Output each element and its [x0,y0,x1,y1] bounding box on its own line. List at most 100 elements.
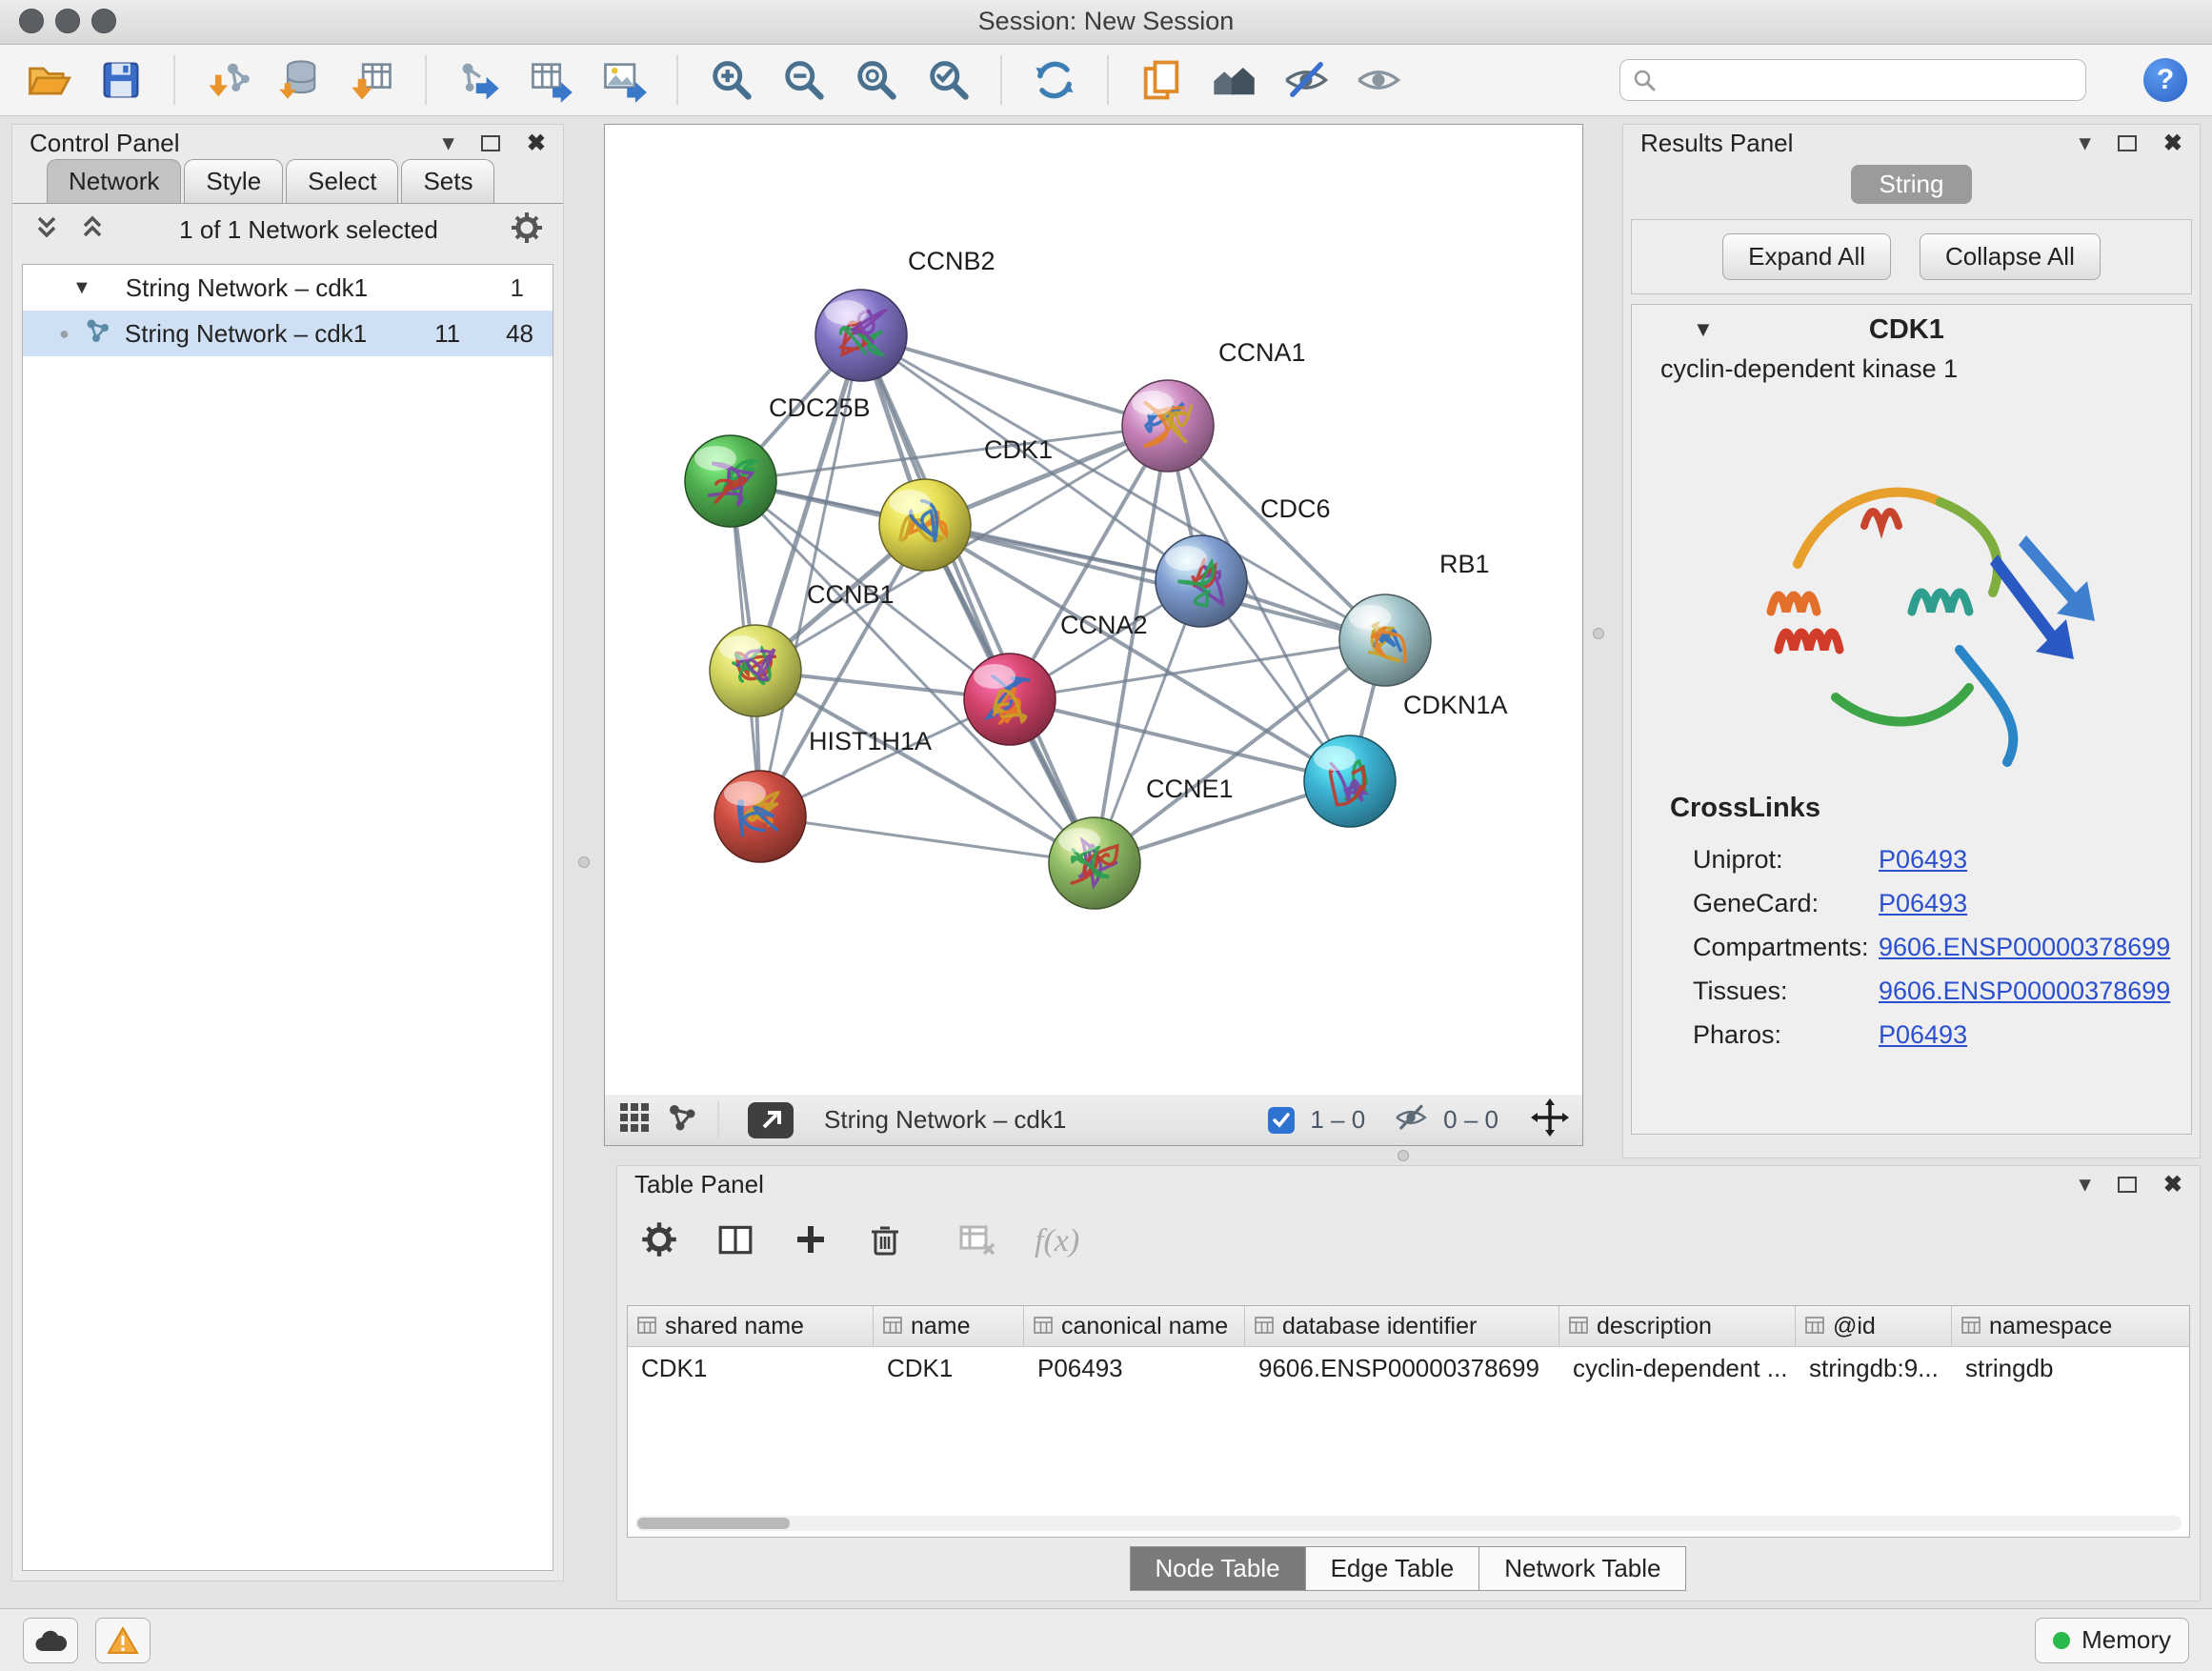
warnings-button[interactable] [95,1618,151,1663]
divider-handle[interactable] [1398,1150,1409,1161]
expand-all-networks-icon[interactable] [31,212,62,248]
copy-style-button[interactable] [1137,56,1185,104]
table-settings-gear-icon[interactable] [640,1220,678,1263]
network-node-count: 11 [434,319,460,349]
crosslink-link[interactable]: P06493 [1879,845,1967,875]
panel-float-icon[interactable] [2118,135,2137,151]
network-view-icon[interactable] [666,1101,698,1138]
crosslink-link[interactable]: P06493 [1879,889,1967,918]
panel-float-icon[interactable] [2118,1177,2137,1193]
toolbar-separator [676,55,678,105]
tab-select[interactable]: Select [286,159,398,203]
zoom-selected-button[interactable] [924,56,972,104]
network-canvas[interactable]: CCNB2CCNA1CDC25BCDK1CDC6RB1CCNB1CCNA2CDK… [604,124,1583,1096]
control-panel: Control Panel ▾ ✖ NetworkStyleSelectSets… [11,124,564,1581]
column-header-name[interactable]: name [874,1306,1024,1346]
column-header-namespace[interactable]: namespace [1952,1306,2190,1346]
tree-expanded-icon[interactable]: ▼ [72,277,91,299]
show-all-button[interactable] [1355,56,1402,104]
open-session-button[interactable] [25,56,72,104]
collapse-caret-icon[interactable]: ▼ [1693,317,1714,342]
collapse-all-button[interactable]: Collapse All [1920,233,2101,280]
gear-icon[interactable] [510,211,544,250]
delete-column-icon[interactable] [867,1221,903,1262]
column-header-shared-name[interactable]: shared name [628,1306,874,1346]
export-image-button[interactable] [600,56,648,104]
column-header-description[interactable]: description [1559,1306,1796,1346]
network-node-rb1[interactable]: RB1 [1339,550,1490,686]
network-view-toolbar: String Network – cdk1 1 – 0 0 – 0 [604,1095,1583,1146]
network-edge[interactable] [861,335,1168,426]
crosslinks-list: Uniprot:P06493GeneCard:P06493Compartment… [1632,837,2191,1057]
tab-string[interactable]: String [1851,165,1973,204]
panel-close-icon[interactable]: ✖ [2163,1171,2182,1198]
network-edge[interactable] [760,816,1095,863]
crosslink-link[interactable]: 9606.ENSP00000378699 [1879,976,2170,1006]
search-input[interactable] [1666,65,2074,96]
node-gloss-highlight [1058,828,1100,853]
panel-close-icon[interactable]: ✖ [2163,130,2182,157]
tab-network-table[interactable]: Network Table [1478,1546,1686,1591]
collapse-all-networks-icon[interactable] [77,212,108,248]
divider-handle[interactable] [1593,628,1604,639]
export-network-button[interactable] [455,56,503,104]
crosslink-link[interactable]: 9606.ENSP00000378699 [1879,933,2170,962]
zoom-fit-button[interactable] [852,56,899,104]
network-node-cdkn1a[interactable]: CDKN1A [1304,691,1508,827]
column-header-canonical-name[interactable]: canonical name [1024,1306,1245,1346]
network-node-ccna1[interactable]: CCNA1 [1122,338,1306,472]
panel-close-icon[interactable]: ✖ [527,130,546,157]
node-table: shared namenamecanonical namedatabase id… [627,1305,2190,1538]
table-row[interactable]: CDK1CDK1P064939606.ENSP00000378699cyclin… [628,1347,2189,1389]
panel-menu-icon[interactable]: ▾ [2079,1170,2091,1198]
views-button[interactable] [1210,56,1257,104]
refresh-layout-button[interactable] [1031,56,1078,104]
control-panel-tabs: NetworkStyleSelectSets [12,161,563,204]
divider-handle[interactable] [578,856,590,868]
node-gloss-highlight [974,664,1016,689]
column-header-@id[interactable]: @id [1796,1306,1952,1346]
network-node-ccne1[interactable]: CCNE1 [1049,775,1234,909]
hide-selected-button[interactable] [1282,56,1330,104]
panel-menu-icon[interactable]: ▾ [442,129,454,157]
crosslink-link[interactable]: P06493 [1879,1020,1967,1050]
cloud-button[interactable] [23,1618,78,1663]
tab-network[interactable]: Network [47,159,181,203]
tab-edge-table[interactable]: Edge Table [1305,1546,1480,1591]
grid-view-icon[interactable] [618,1101,651,1138]
node-gloss-highlight [825,300,867,325]
network-collection-row[interactable]: ▼ String Network – cdk1 1 [23,265,553,311]
select-columns-icon[interactable] [716,1220,754,1263]
column-grid-icon [1961,1313,1981,1340]
network-row-selected[interactable]: ● String Network – cdk1 11 48 [23,311,553,356]
node-gloss-highlight [889,490,931,514]
expand-all-button[interactable]: Expand All [1722,233,1891,280]
column-header-database-identifier[interactable]: database identifier [1245,1306,1559,1346]
save-session-button[interactable] [97,56,145,104]
export-table-button[interactable] [528,56,575,104]
tab-style[interactable]: Style [184,159,283,203]
tab-sets[interactable]: Sets [401,159,494,203]
gene-header[interactable]: ▼ CDK1 [1632,305,2191,354]
table-panel: Table Panel ▾ ✖ f(x) shared namenamecano… [616,1165,2201,1601]
network-selection-status: 1 of 1 Network selected [123,215,494,245]
selected-nodes-checkbox[interactable] [1268,1107,1295,1134]
node-label: CDC25B [769,393,871,422]
panel-menu-icon[interactable]: ▾ [2079,129,2091,157]
add-column-icon[interactable] [793,1221,829,1262]
pan-crosshair-icon[interactable] [1531,1098,1569,1141]
node-gloss-highlight [719,635,761,660]
help-button[interactable]: ? [2143,58,2187,102]
zoom-in-button[interactable] [707,56,754,104]
scrollbar-thumb[interactable] [637,1518,790,1529]
panel-float-icon[interactable] [481,135,500,151]
memory-button[interactable]: Memory [2035,1618,2189,1663]
import-database-button[interactable] [276,56,324,104]
zoom-out-button[interactable] [779,56,827,104]
import-table-button[interactable] [349,56,396,104]
network-node-hist1h1a[interactable]: HIST1H1A [714,727,932,862]
tab-node-table[interactable]: Node Table [1130,1546,1306,1591]
network-edge[interactable] [861,335,1095,863]
import-network-button[interactable] [204,56,251,104]
birdseye-view-button[interactable] [748,1102,794,1138]
